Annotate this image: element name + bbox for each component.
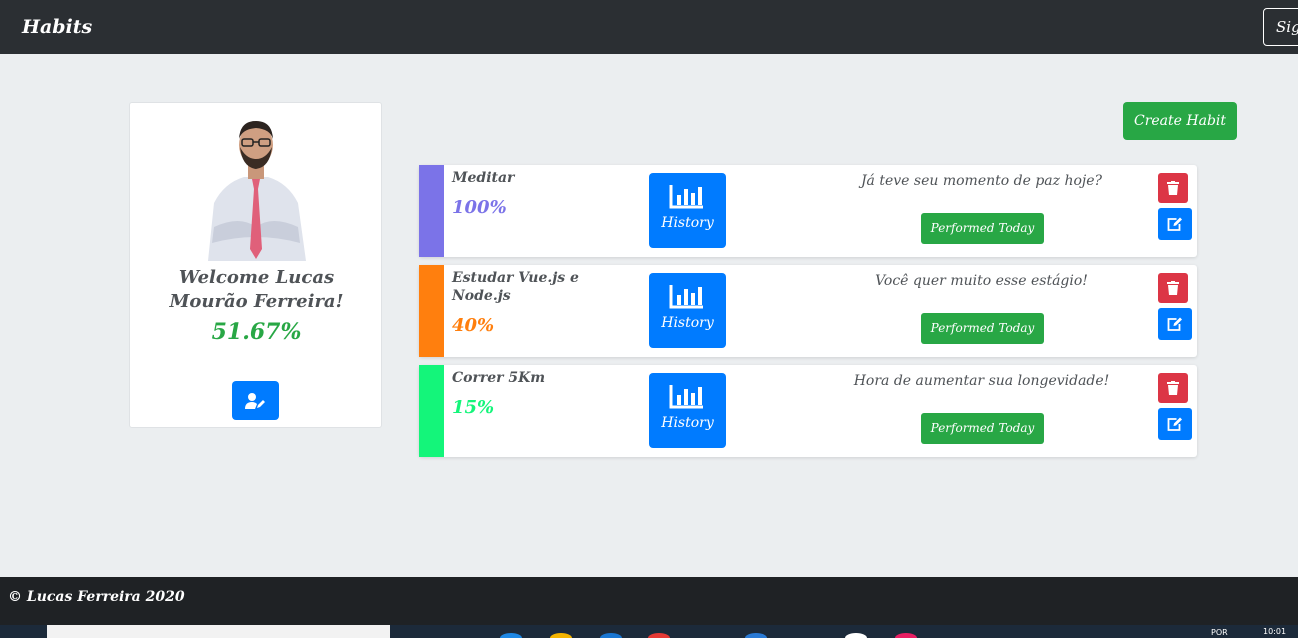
habit-card: Correr 5Km 15% History Hora de aumentar … [419, 365, 1197, 457]
performed-today-button[interactable]: Performed Today [921, 213, 1044, 244]
delete-habit-button[interactable] [1158, 273, 1188, 303]
edge-icon[interactable] [500, 633, 522, 638]
history-label: History [661, 415, 714, 431]
folder-icon[interactable] [550, 633, 572, 638]
habit-name: Correr 5Km [452, 370, 546, 386]
habit-color-bar [419, 365, 444, 457]
edit-habit-button[interactable] [1158, 208, 1192, 240]
app-icon[interactable] [845, 633, 867, 638]
edit-icon [1167, 217, 1182, 231]
habit-card: Estudar Vue.js e Node.js 40% History Voc… [419, 265, 1197, 357]
habit-motivation: Já teve seu momento de paz hoje? [860, 173, 1103, 189]
edit-habit-button[interactable] [1158, 408, 1192, 440]
habit-motivation: Você quer muito esse estágio! [875, 273, 1088, 289]
chart-bar-icon [669, 285, 703, 309]
history-button[interactable]: History [649, 273, 726, 348]
habit-percentage: 100% [452, 197, 507, 218]
navbar: Habits Sig [0, 0, 1298, 54]
os-taskbar: POR 10:01 [0, 625, 1298, 638]
welcome-message: Welcome Lucas Mourão Ferreira! [169, 267, 344, 312]
overall-percentage: 51.67% [211, 319, 302, 345]
edit-habit-button[interactable] [1158, 308, 1192, 340]
brand-title[interactable]: Habits [22, 16, 92, 38]
habit-motivation: Hora de aumentar sua longevidade! [853, 373, 1110, 389]
performed-today-button[interactable]: Performed Today [921, 313, 1044, 344]
footer-copyright: © Lucas Ferreira 2020 [8, 589, 185, 605]
sign-out-button[interactable]: Sig [1263, 8, 1298, 46]
footer: © Lucas Ferreira 2020 [0, 577, 1298, 625]
habit-color-bar [419, 165, 444, 257]
trash-icon [1167, 181, 1179, 195]
history-label: History [661, 215, 714, 231]
profile-photo [208, 121, 306, 261]
edit-icon [1167, 417, 1182, 431]
habit-color-bar [419, 265, 444, 357]
vscode-icon[interactable] [745, 633, 767, 638]
history-button[interactable]: History [649, 173, 726, 248]
app-icon[interactable] [600, 633, 622, 638]
habit-name: Estudar Vue.js e Node.js [452, 270, 579, 304]
history-button[interactable]: History [649, 373, 726, 448]
habit-name: Meditar [452, 170, 515, 186]
trash-icon [1167, 381, 1179, 395]
create-habit-button[interactable]: Create Habit [1123, 102, 1237, 140]
user-edit-icon [245, 393, 265, 409]
trash-icon [1167, 281, 1179, 295]
history-label: History [661, 315, 714, 331]
habit-percentage: 40% [452, 315, 495, 336]
delete-habit-button[interactable] [1158, 173, 1188, 203]
language-indicator[interactable]: POR [1211, 628, 1228, 637]
habit-percentage: 15% [452, 397, 495, 418]
taskbar-search-box[interactable] [47, 625, 390, 638]
edit-icon [1167, 317, 1182, 331]
profile-card: Welcome Lucas Mourão Ferreira! 51.67% [129, 102, 382, 428]
habit-card: Meditar 100% History Já teve seu momento… [419, 165, 1197, 257]
chart-bar-icon [669, 185, 703, 209]
clock[interactable]: 10:01 [1263, 627, 1286, 636]
delete-habit-button[interactable] [1158, 373, 1188, 403]
edit-profile-button[interactable] [232, 381, 279, 420]
app-icon[interactable] [895, 633, 917, 638]
chrome-icon[interactable] [648, 633, 670, 638]
performed-today-button[interactable]: Performed Today [921, 413, 1044, 444]
chart-bar-icon [669, 385, 703, 409]
